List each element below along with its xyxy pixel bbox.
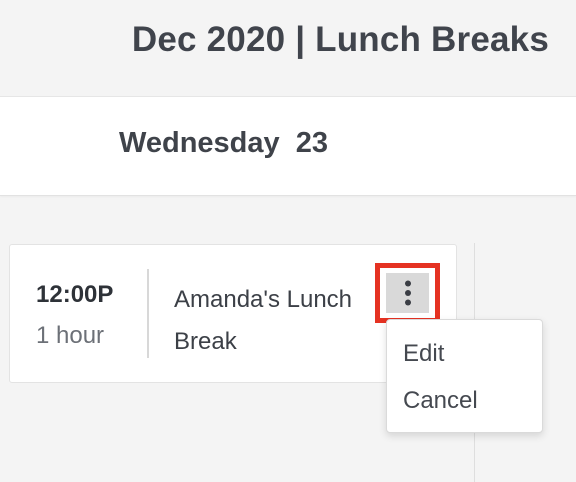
day-label: Wednesday 23	[119, 127, 329, 159]
menu-item-cancel[interactable]: Cancel	[403, 387, 478, 415]
event-duration: 1 hour	[36, 322, 105, 349]
event-options-button[interactable]	[375, 263, 440, 323]
menu-item-edit[interactable]: Edit	[403, 340, 444, 368]
more-vertical-icon	[404, 280, 411, 306]
page: Dec 2020 | Lunch Breaks Wednesday 23 12:…	[0, 0, 576, 482]
event-options-menu: Edit Cancel	[386, 319, 543, 433]
event-time: 12:00P	[36, 281, 114, 308]
event-divider	[147, 269, 149, 358]
page-title: Dec 2020 | Lunch Breaks	[131, 20, 549, 59]
event-options-button-inner[interactable]	[386, 273, 429, 313]
day-header: Wednesday 23	[0, 96, 576, 196]
event-title: Amanda's Lunch Break	[174, 286, 353, 355]
